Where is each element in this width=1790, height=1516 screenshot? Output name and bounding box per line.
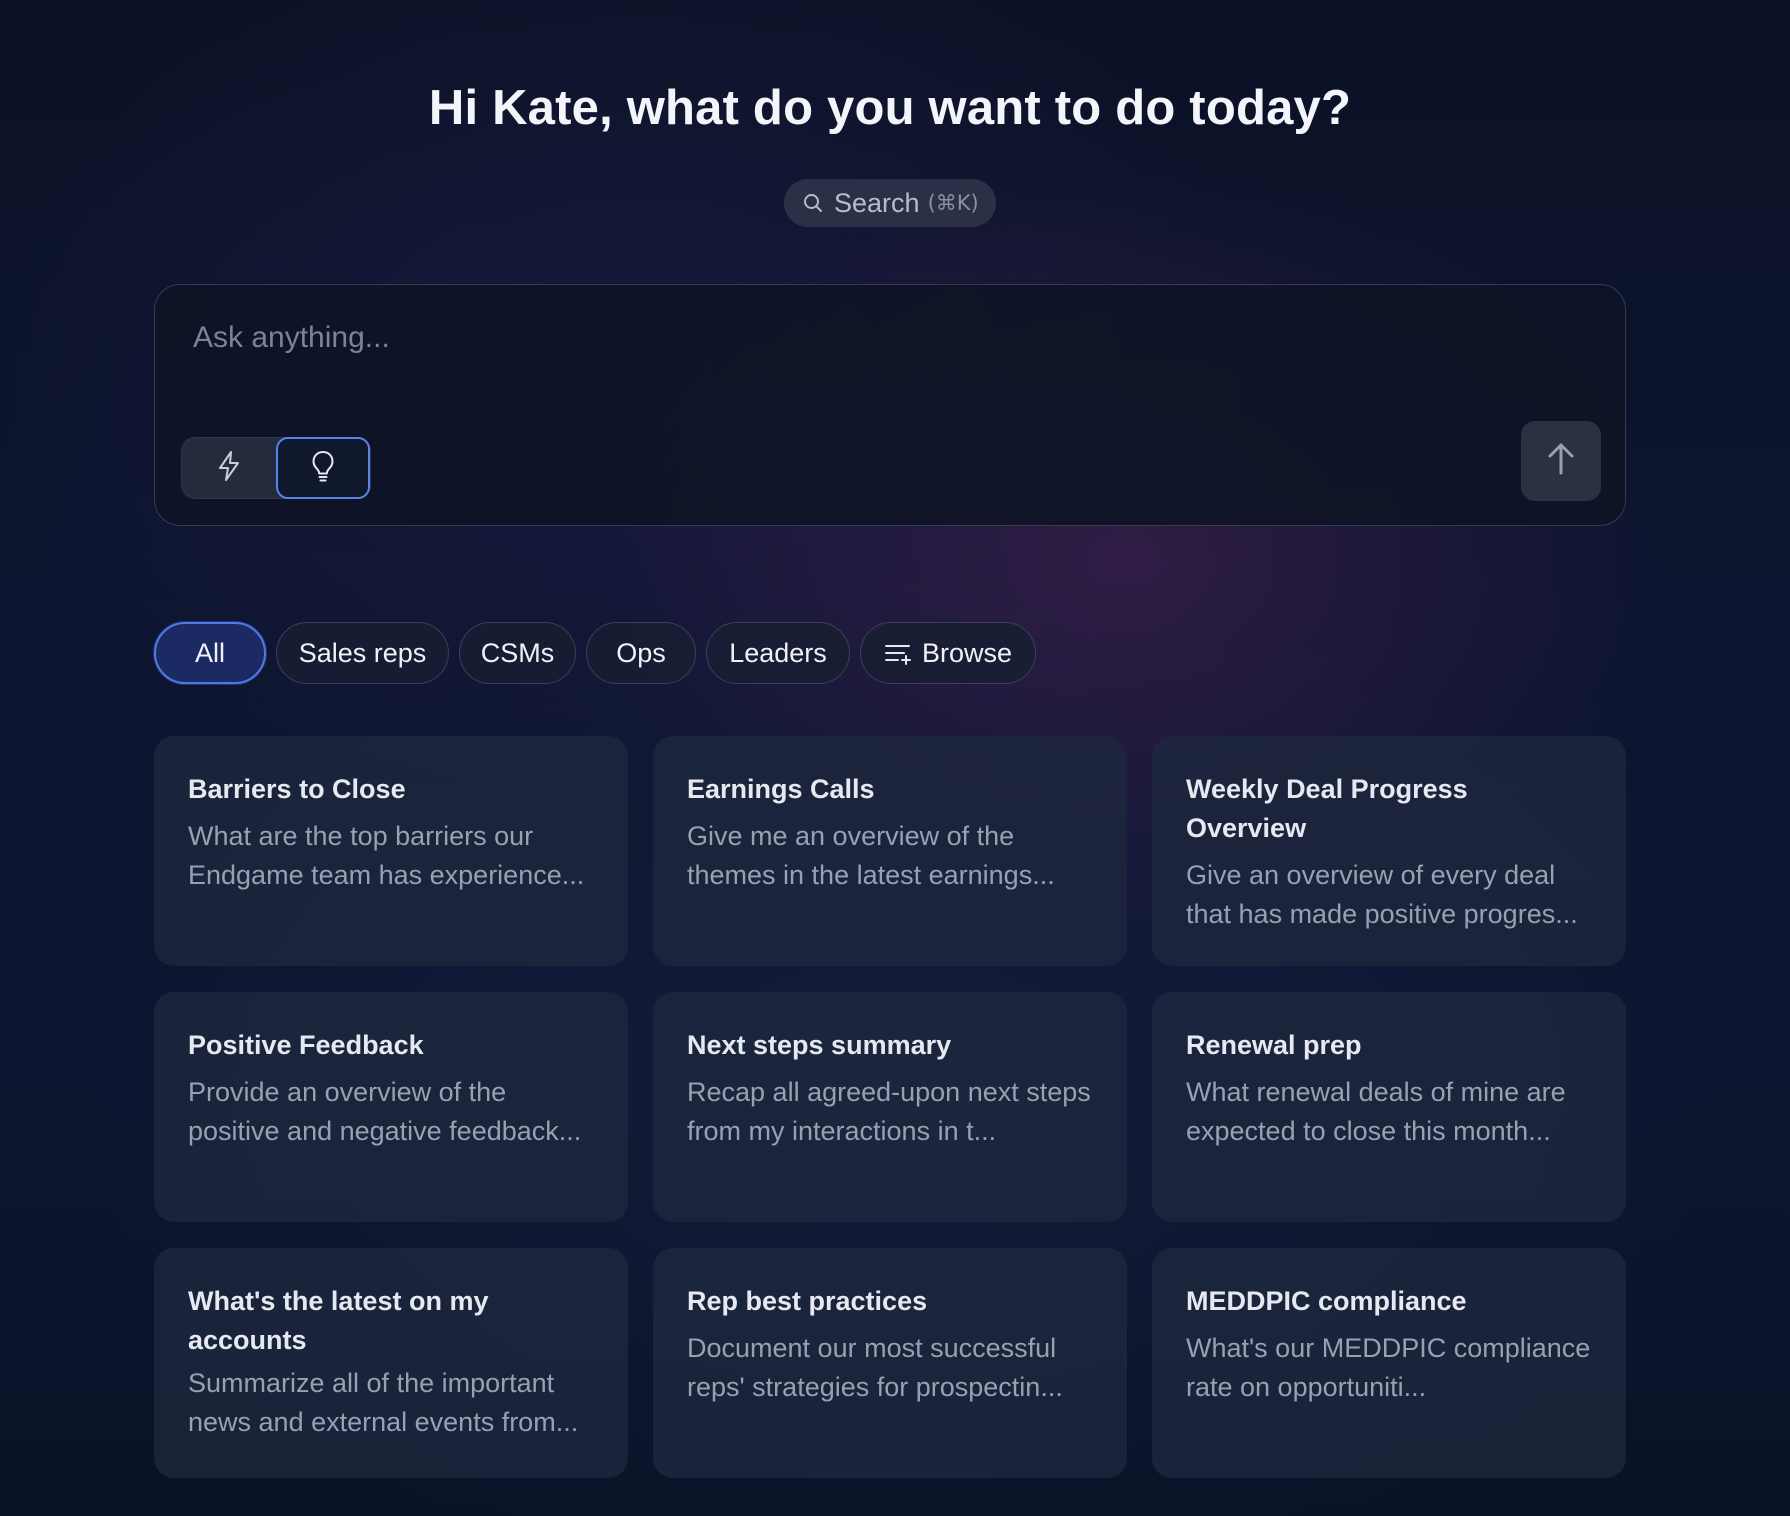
prompt-card-title: Weekly Deal Progress Overview: [1186, 774, 1468, 843]
lightbulb-icon: [309, 449, 337, 488]
send-button[interactable]: [1521, 421, 1601, 501]
prompt-card-description: Give me an overview of the themes in the…: [687, 821, 1055, 890]
ask-box: [154, 284, 1626, 526]
search-icon: [802, 192, 824, 214]
prompt-card-grid: Barriers to Close What are the top barri…: [154, 736, 1626, 1478]
prompt-card-title: Barriers to Close: [188, 774, 406, 804]
prompt-card-description: What are the top barriers our Endgame te…: [188, 821, 585, 890]
think-mode-button[interactable]: [276, 437, 370, 499]
page-title: Hi Kate, what do you want to do today?: [428, 81, 1352, 135]
prompt-card-title: MEDDPIC compliance: [1186, 1286, 1467, 1316]
prompt-card-description: What's our MEDDPIC compliance rate on op…: [1186, 1333, 1591, 1402]
search-label: Search: [834, 187, 920, 218]
prompt-card-description: Document our most successful reps' strat…: [687, 1333, 1063, 1402]
prompt-card-description: Recap all agreed-upon next steps from my…: [687, 1077, 1091, 1146]
prompt-card[interactable]: MEDDPIC compliance What's our MEDDPIC co…: [1152, 1248, 1626, 1478]
filter-chip-leaders[interactable]: Leaders: [706, 622, 850, 684]
filter-chip-csms[interactable]: CSMs: [459, 622, 576, 684]
list-add-icon: [884, 641, 912, 665]
filter-chip-label: Browse: [921, 637, 1013, 668]
prompt-card-title: Rep best practices: [687, 1286, 928, 1316]
filter-chip-label: CSMs: [480, 637, 555, 668]
prompt-card-description: Provide an overview of the positive and …: [188, 1077, 582, 1146]
prompt-card-description: Summarize all of the important news and …: [188, 1368, 579, 1437]
filter-chips: All Sales reps CSMs Ops Leaders Browse: [154, 622, 1036, 684]
filter-chip-label: Sales reps: [298, 637, 427, 668]
search-button[interactable]: Search (⌘K): [784, 179, 996, 227]
prompt-card[interactable]: What's the latest on my accounts Summari…: [154, 1248, 628, 1478]
prompt-card-title: What's the latest on my accounts: [188, 1286, 489, 1355]
filter-chip-label: All: [194, 637, 225, 668]
prompt-card-title: Next steps summary: [687, 1030, 952, 1060]
filter-chip-label: Ops: [616, 637, 666, 668]
lightning-icon: [215, 450, 243, 487]
prompt-card[interactable]: Earnings Calls Give me an overview of th…: [653, 736, 1127, 966]
prompt-card-description: What renewal deals of mine are expected …: [1186, 1077, 1566, 1146]
ask-input[interactable]: [191, 307, 1495, 369]
prompt-card[interactable]: Renewal prep What renewal deals of mine …: [1152, 992, 1626, 1222]
mode-toggle: [181, 437, 371, 499]
filter-chip-sales-reps[interactable]: Sales reps: [276, 622, 449, 684]
prompt-card[interactable]: Positive Feedback Provide an overview of…: [154, 992, 628, 1222]
prompt-card-title: Renewal prep: [1186, 1030, 1362, 1060]
browse-button[interactable]: Browse: [860, 622, 1036, 684]
prompt-card[interactable]: Barriers to Close What are the top barri…: [154, 736, 628, 966]
prompt-card-title: Earnings Calls: [687, 774, 875, 804]
prompt-card[interactable]: Rep best practices Document our most suc…: [653, 1248, 1127, 1478]
quick-mode-button[interactable]: [182, 437, 276, 499]
filter-chip-all[interactable]: All: [154, 622, 266, 684]
prompt-card[interactable]: Weekly Deal Progress Overview Give an ov…: [1152, 736, 1626, 966]
prompt-card-title: Positive Feedback: [188, 1030, 424, 1060]
prompt-card-description: Give an overview of every deal that has …: [1186, 860, 1578, 929]
arrow-up-icon: [1545, 441, 1577, 482]
filter-chip-label: Leaders: [729, 637, 827, 668]
filter-chip-ops[interactable]: Ops: [586, 622, 696, 684]
search-shortcut-hint: (⌘K): [927, 191, 979, 215]
prompt-card[interactable]: Next steps summary Recap all agreed-upon…: [653, 992, 1127, 1222]
